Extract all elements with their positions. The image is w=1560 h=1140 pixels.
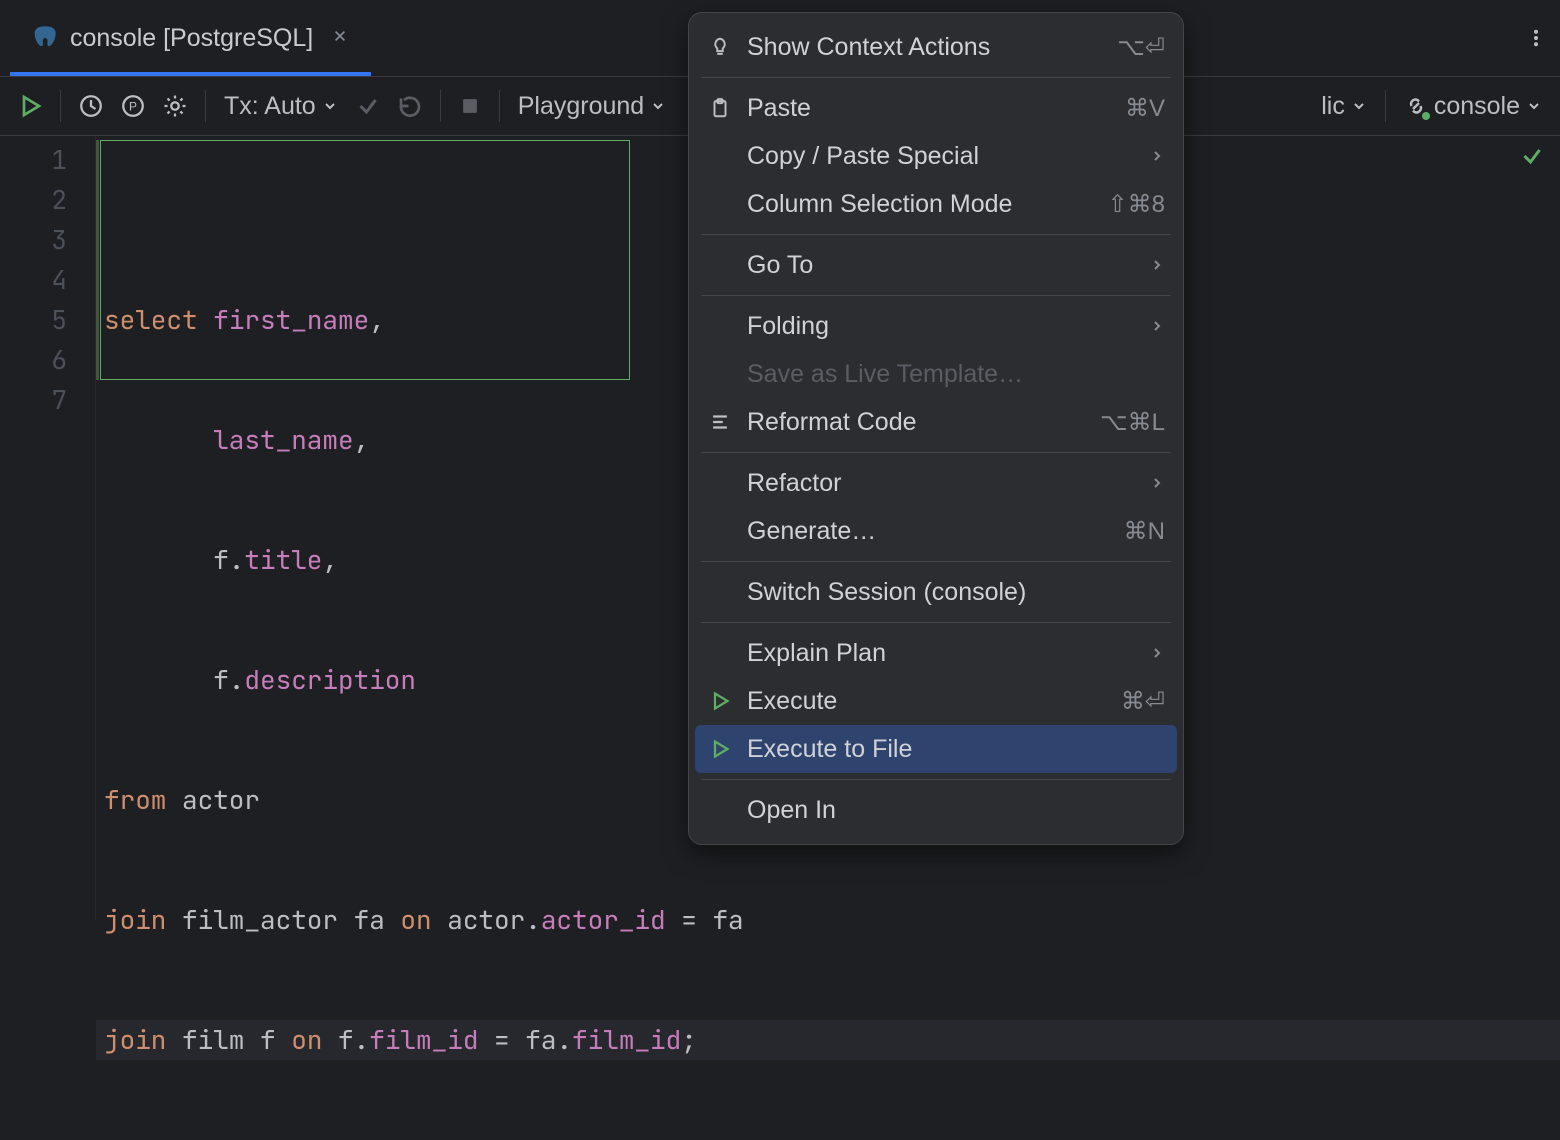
p-circle-icon[interactable]: P <box>121 94 145 118</box>
line-number: 5 <box>0 300 67 340</box>
menu-execute-to-file[interactable]: Execute to File <box>695 725 1177 773</box>
run-icon[interactable] <box>18 94 42 118</box>
tab-title: console [PostgreSQL] <box>70 24 313 53</box>
separator <box>60 90 61 122</box>
line-number: 2 <box>0 180 67 220</box>
separator <box>440 90 441 122</box>
check-icon[interactable] <box>1520 144 1544 168</box>
session-label: console <box>1434 92 1520 121</box>
menu-execute[interactable]: Execute ⌘⏎ <box>689 677 1183 725</box>
chevron-right-icon <box>1149 148 1165 164</box>
line-number: 6 <box>0 340 67 380</box>
chevron-right-icon <box>1149 318 1165 334</box>
session-dropdown[interactable]: console <box>1404 92 1542 121</box>
menu-show-context-actions[interactable]: Show Context Actions ⌥⏎ <box>689 23 1183 71</box>
menu-separator <box>701 77 1171 78</box>
separator <box>499 90 500 122</box>
menu-separator <box>701 452 1171 453</box>
line-number: 4 <box>0 260 67 300</box>
menu-save-live-template: Save as Live Template… <box>689 350 1183 398</box>
menu-refactor[interactable]: Refactor <box>689 459 1183 507</box>
resolve-mode-dropdown[interactable]: Playground <box>518 92 666 121</box>
link-icon <box>1404 94 1428 118</box>
chevron-right-icon <box>1149 257 1165 273</box>
postgresql-icon <box>30 24 58 52</box>
play-icon <box>707 739 733 759</box>
line-number: 1 <box>0 140 67 180</box>
play-icon <box>707 691 733 711</box>
menu-open-in[interactable]: Open In <box>689 786 1183 834</box>
stop-icon[interactable] <box>459 95 481 117</box>
close-icon[interactable] <box>333 29 351 47</box>
menu-separator <box>701 295 1171 296</box>
menu-go-to[interactable]: Go To <box>689 241 1183 289</box>
menu-copy-paste-special[interactable]: Copy / Paste Special <box>689 132 1183 180</box>
chevron-right-icon <box>1149 475 1165 491</box>
history-icon[interactable] <box>79 94 103 118</box>
reformat-icon <box>707 411 733 433</box>
rollback-icon[interactable] <box>398 94 422 118</box>
menu-paste[interactable]: Paste ⌘V <box>689 84 1183 132</box>
schema-dropdown[interactable]: lic <box>1321 92 1367 121</box>
tx-mode-dropdown[interactable]: Tx: Auto <box>224 92 338 121</box>
clipboard-icon <box>707 97 733 119</box>
line-number: 7 <box>0 380 67 420</box>
menu-separator <box>701 234 1171 235</box>
context-menu: Show Context Actions ⌥⏎ Paste ⌘V Copy / … <box>688 12 1184 845</box>
menu-separator <box>701 561 1171 562</box>
menu-separator <box>701 779 1171 780</box>
menu-explain-plan[interactable]: Explain Plan <box>689 629 1183 677</box>
kebab-icon[interactable] <box>1526 28 1546 48</box>
tx-mode-label: Tx: Auto <box>224 92 316 121</box>
gutter: 1 2 3 4 5 6 7 <box>0 136 96 920</box>
resolve-mode-label: Playground <box>518 92 644 121</box>
chevron-right-icon <box>1149 645 1165 661</box>
separator <box>1385 90 1386 122</box>
line-number: 3 <box>0 220 67 260</box>
gear-icon[interactable] <box>163 94 187 118</box>
commit-icon[interactable] <box>356 94 380 118</box>
menu-separator <box>701 622 1171 623</box>
bulb-icon <box>707 36 733 58</box>
separator <box>205 90 206 122</box>
editor-tab-console[interactable]: console [PostgreSQL] <box>10 0 371 76</box>
schema-label: lic <box>1321 92 1345 121</box>
menu-column-selection[interactable]: Column Selection Mode ⇧⌘8 <box>689 180 1183 228</box>
svg-text:P: P <box>129 100 137 114</box>
menu-generate[interactable]: Generate… ⌘N <box>689 507 1183 555</box>
menu-folding[interactable]: Folding <box>689 302 1183 350</box>
menu-switch-session[interactable]: Switch Session (console) <box>689 568 1183 616</box>
menu-reformat-code[interactable]: Reformat Code ⌥⌘L <box>689 398 1183 446</box>
